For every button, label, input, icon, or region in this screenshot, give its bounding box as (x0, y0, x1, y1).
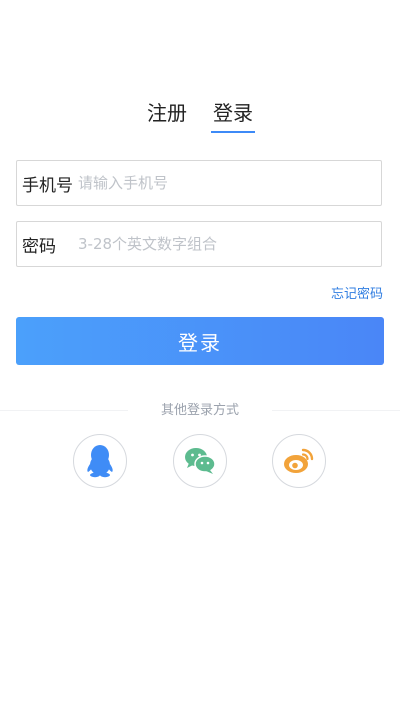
wechat-icon (185, 448, 216, 474)
login-button[interactable]: 登录 (16, 317, 384, 365)
tab-login[interactable]: 登录 (211, 98, 255, 133)
divider-line-right (272, 410, 400, 411)
forgot-password-link[interactable]: 忘记密码 (331, 283, 383, 302)
phone-field: 手机号 (16, 160, 382, 206)
login-screen: 注册 登录 手机号 密码 忘记密码 登录 其他登录方式 (0, 0, 400, 711)
qq-login-button[interactable] (73, 434, 127, 488)
other-login-label: 其他登录方式 (160, 403, 239, 418)
phone-input[interactable] (74, 161, 381, 205)
phone-label: 手机号 (22, 175, 73, 196)
password-label: 密码 (22, 236, 56, 257)
other-login-divider: 其他登录方式 (0, 401, 400, 421)
weibo-icon (284, 448, 314, 473)
tab-register[interactable]: 注册 (145, 98, 189, 128)
auth-tabs: 注册 登录 (0, 98, 400, 133)
qq-icon (87, 445, 113, 478)
wechat-login-button[interactable] (173, 434, 227, 488)
weibo-login-button[interactable] (272, 434, 326, 488)
password-input[interactable] (74, 222, 381, 266)
password-field: 密码 (16, 221, 382, 267)
social-login-row (0, 434, 400, 490)
